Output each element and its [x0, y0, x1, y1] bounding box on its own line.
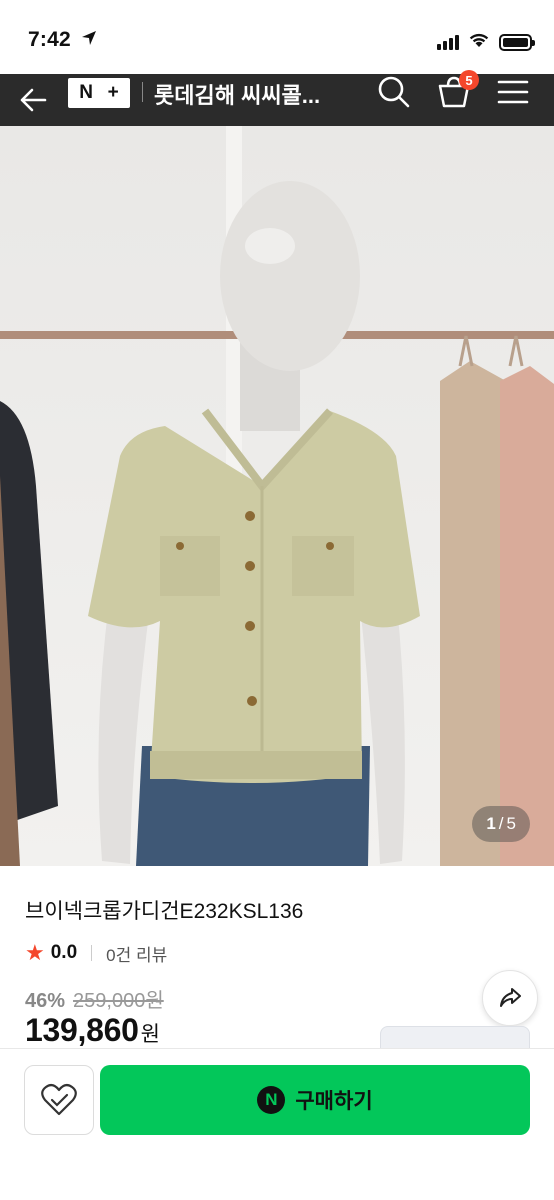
status-bar: 7:42 [0, 0, 554, 74]
logo-plus: + [107, 82, 119, 103]
image-index-separator: / [498, 814, 504, 833]
purchase-bar: N 구매하기 [0, 1048, 554, 1200]
wifi-icon [468, 31, 490, 53]
logo-n: N [79, 82, 94, 103]
naver-plus-logo[interactable]: N + [68, 78, 130, 108]
clock-text: 7:42 [28, 28, 71, 51]
review-count[interactable]: 0건 리뷰 [106, 941, 167, 966]
rating-value: 0.0 [50, 942, 78, 963]
currency-unit: 원 [140, 1023, 160, 1046]
star-icon: ★ [25, 940, 45, 965]
status-icons [437, 31, 535, 53]
cart-count-badge: 5 [459, 70, 479, 90]
hamburger-menu-icon [497, 80, 529, 104]
location-arrow-icon [81, 28, 97, 52]
share-icon [500, 988, 521, 1007]
discount-row: 46% 259,000원 [25, 984, 164, 1013]
store-title[interactable]: 롯데김해 씨씨콜... [154, 78, 354, 110]
original-price: 259,000원 [73, 990, 164, 1012]
image-page-indicator: 1 / 5 [472, 806, 530, 842]
battery-icon [499, 33, 535, 51]
npay-icon: N [257, 1086, 286, 1114]
product-image-gallery[interactable]: 1 / 5 [0, 126, 554, 866]
back-arrow-icon [20, 88, 47, 112]
buy-now-button[interactable]: N 구매하기 [100, 1065, 530, 1135]
cellular-signal-icon [437, 34, 459, 50]
sale-price-row: 139,860 원 [25, 1012, 160, 1049]
status-time: 7:42 [28, 28, 97, 52]
search-button[interactable] [376, 74, 412, 114]
search-icon [378, 76, 410, 108]
header-divider [142, 82, 143, 102]
share-button[interactable] [482, 970, 538, 1026]
back-button[interactable] [18, 74, 58, 126]
heart-check-icon [41, 1083, 77, 1116]
discount-rate: 46% [25, 990, 66, 1012]
image-current-index: 1 [486, 814, 496, 833]
wishlist-button[interactable] [24, 1065, 94, 1135]
rating-divider [91, 945, 93, 961]
sale-price: 139,860 [25, 1012, 139, 1048]
menu-button[interactable] [496, 74, 532, 114]
image-total-count: 5 [506, 814, 516, 833]
buy-button-label: 구매하기 [295, 1090, 373, 1113]
rating-row[interactable]: ★ 0.0 0건 리뷰 [25, 940, 167, 966]
product-title: 브이넥크롭가디건E232KSL136 [25, 900, 304, 923]
app-header: N + 롯데김해 씨씨콜... 5 [0, 70, 554, 126]
product-photo [0, 126, 554, 866]
